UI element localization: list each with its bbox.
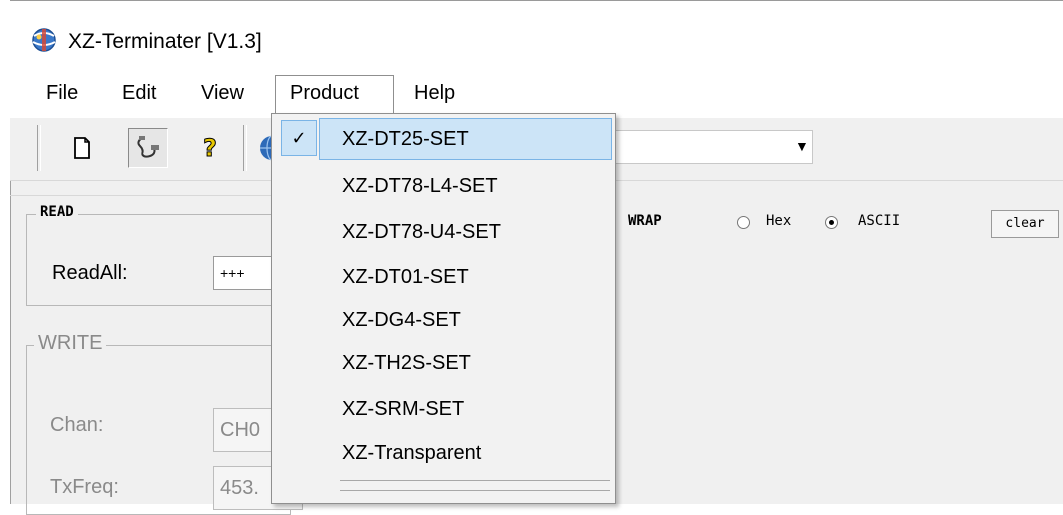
- new-document-icon: [74, 137, 90, 159]
- ascii-radio[interactable]: [825, 216, 838, 229]
- menu-separator: [340, 480, 610, 481]
- read-group-legend: READ: [36, 204, 78, 220]
- chan-label: Chan:: [50, 414, 104, 436]
- wrap-label: WRAP: [628, 213, 662, 229]
- help-button[interactable]: ?: [190, 128, 230, 168]
- new-document-button[interactable]: [62, 128, 102, 168]
- app-icon: [30, 26, 58, 54]
- menu-edit[interactable]: Edit: [122, 82, 156, 105]
- menu-bar: [10, 70, 1063, 118]
- menu-file[interactable]: File: [46, 82, 78, 105]
- menu-product[interactable]: Product: [290, 82, 359, 105]
- product-item-xz-th2s-set[interactable]: XZ-TH2S-SET: [342, 352, 471, 375]
- hex-label: Hex: [766, 213, 792, 229]
- port-combobox[interactable]: [611, 130, 813, 164]
- check-icon: ✓: [281, 120, 317, 156]
- ascii-label: ASCII: [858, 213, 901, 229]
- menu-view[interactable]: View: [201, 82, 244, 105]
- hex-radio[interactable]: [737, 216, 750, 229]
- write-group-legend: WRITE: [34, 332, 107, 355]
- txfreq-label: TxFreq:: [50, 476, 119, 498]
- help-question-icon: ?: [203, 134, 218, 163]
- readall-label: ReadAll:: [52, 262, 128, 284]
- product-item-xz-dt01-set[interactable]: XZ-DT01-SET: [342, 266, 469, 289]
- menu-separator: [340, 490, 610, 491]
- receive-pane: [615, 205, 1063, 504]
- chevron-down-icon[interactable]: ▼: [795, 138, 809, 154]
- product-item-xz-transparent[interactable]: XZ-Transparent: [342, 442, 481, 465]
- connect-cable-icon: [137, 136, 159, 158]
- product-item-xz-dt25-set[interactable]: XZ-DT25-SET: [342, 128, 469, 151]
- window-title: XZ-Terminater [V1.3]: [68, 30, 262, 53]
- connect-button[interactable]: [128, 128, 168, 168]
- product-item-xz-dt78-u4-set[interactable]: XZ-DT78-U4-SET: [342, 221, 501, 244]
- product-item-xz-dg4-set[interactable]: XZ-DG4-SET: [342, 309, 461, 332]
- svg-text:?: ?: [203, 134, 217, 162]
- toolbar-separator: [243, 125, 247, 171]
- clear-button[interactable]: clear: [991, 210, 1059, 238]
- menu-help[interactable]: Help: [414, 82, 455, 105]
- toolbar-grip: [37, 125, 41, 171]
- product-item-xz-dt78-l4-set[interactable]: XZ-DT78-L4-SET: [342, 175, 498, 198]
- product-item-xz-srm-set[interactable]: XZ-SRM-SET: [342, 398, 464, 421]
